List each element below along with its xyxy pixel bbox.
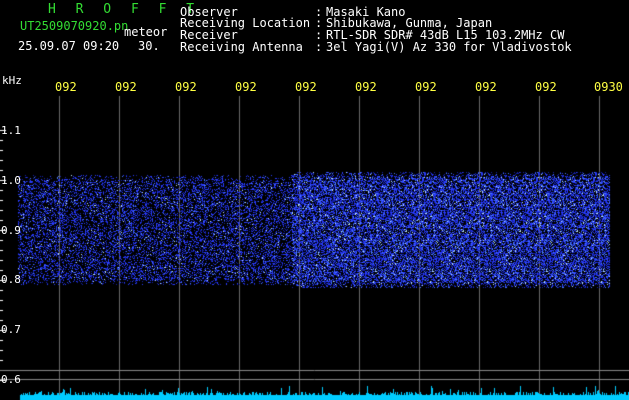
time-tick-8: 092 <box>475 80 497 94</box>
time-tick-5: 092 <box>295 80 317 94</box>
mode-label: meteor <box>124 25 168 39</box>
time-tick-10: 0930 <box>594 80 623 94</box>
interval-value: 30. <box>138 39 160 53</box>
freq-tick-2: 1.0 <box>1 174 21 187</box>
time-tick-4: 092 <box>235 80 257 94</box>
antenna-colon: : <box>315 40 323 54</box>
freq-unit-label: kHz <box>2 74 22 87</box>
time-tick-6: 092 <box>355 80 377 94</box>
time-tick-3: 092 <box>175 80 197 94</box>
file-name: UT2509070920.pn <box>20 19 129 33</box>
time-tick-7: 092 <box>415 80 437 94</box>
freq-tick-5: 0.7 <box>1 323 21 336</box>
antenna-label: Receiving Antenna <box>180 40 303 54</box>
time-tick-1: 092 <box>55 80 77 94</box>
antenna-value: 3el Yagi(V) Az 330 for Vladivostok <box>326 40 572 54</box>
time-tick-9: 092 <box>535 80 557 94</box>
freq-tick-6: 0.6 <box>1 373 21 386</box>
freq-tick-1: 1.1 <box>1 124 21 137</box>
time-tick-2: 092 <box>115 80 137 94</box>
waterfall-canvas <box>0 0 629 400</box>
freq-tick-3: 0.9 <box>1 224 21 237</box>
app-brand: H R O F F T <box>48 2 201 17</box>
date-time: 25.09.07 09:20 <box>18 39 120 53</box>
freq-tick-4: 0.8 <box>1 273 21 286</box>
